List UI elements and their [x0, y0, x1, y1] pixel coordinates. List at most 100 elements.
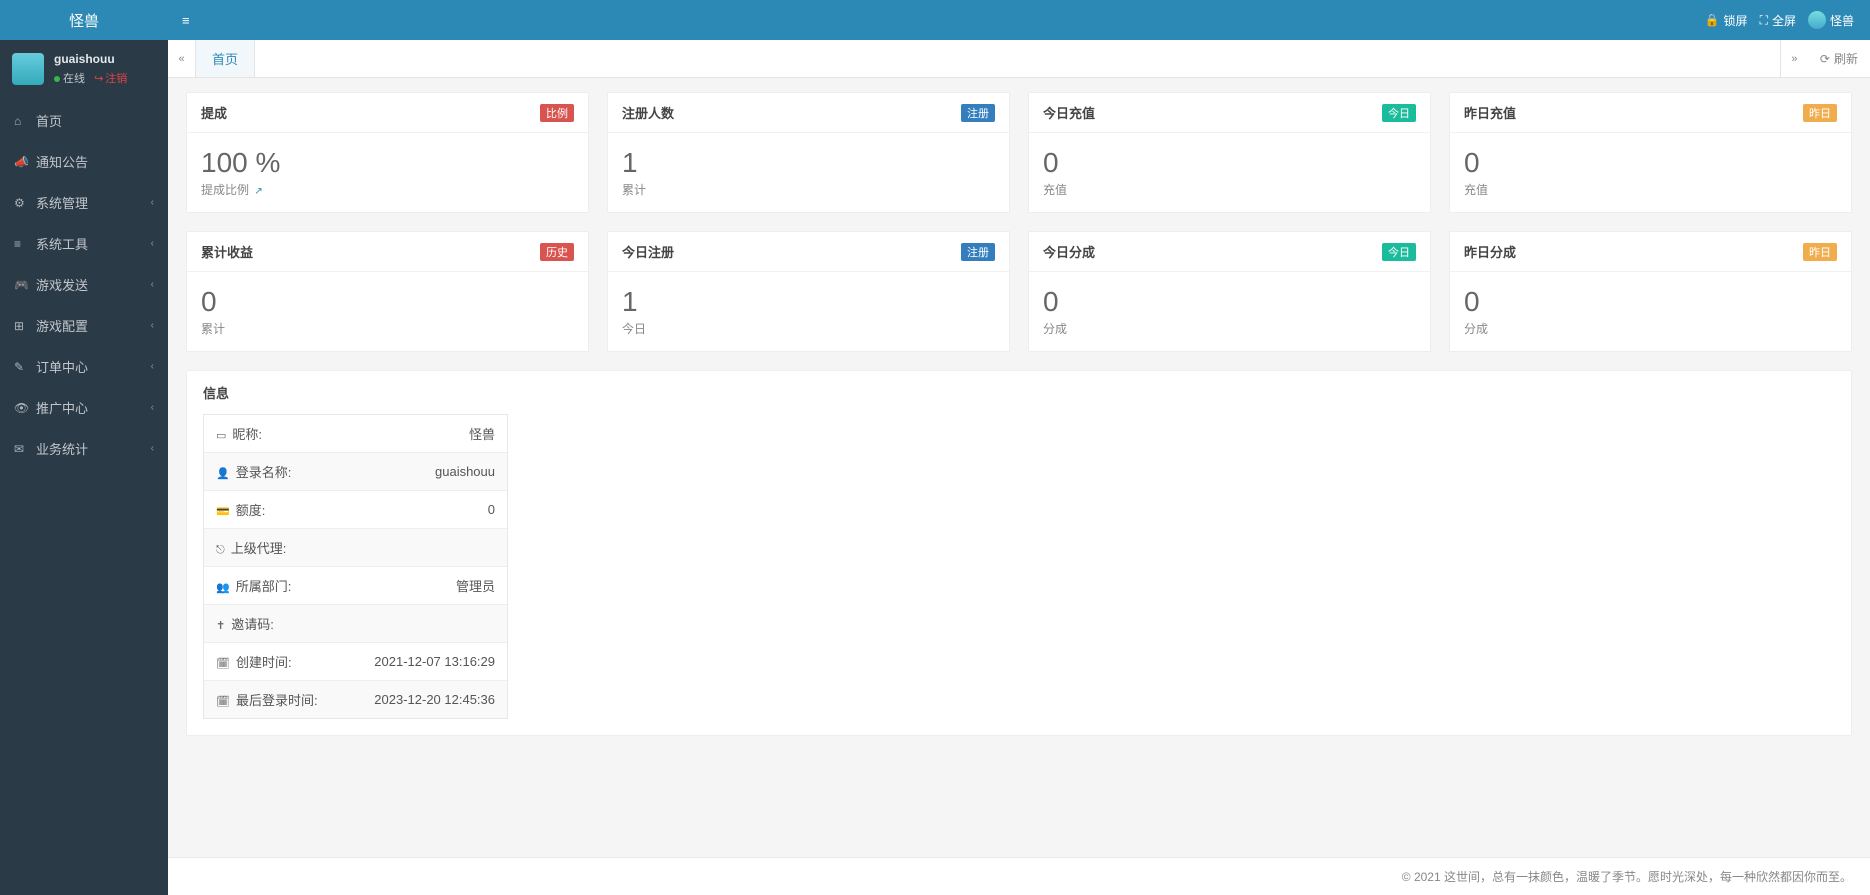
- sidebar-status: 在线 注销: [54, 70, 127, 86]
- card-sub: 累计: [201, 320, 574, 337]
- chevron-left-icon: ‹: [151, 197, 154, 208]
- tabs-bar: « 首页 » ⟳ 刷新: [168, 40, 1870, 78]
- info-row: 💳额度:0: [204, 490, 507, 528]
- nav-label: 游戏发送: [36, 275, 88, 294]
- sidebar-item-6[interactable]: ✎订单中心‹: [0, 346, 168, 387]
- card-value: 1: [622, 147, 995, 179]
- stat-card: 今日注册注册1今日: [607, 231, 1010, 352]
- chevron-left-icon: ‹: [151, 402, 154, 413]
- avatar-icon: [1808, 11, 1826, 29]
- app-logo[interactable]: 怪兽: [0, 0, 168, 41]
- nav-label: 订单中心: [36, 357, 88, 376]
- stat-card: 今日充值今日0充值: [1028, 92, 1431, 213]
- main: « 首页 » ⟳ 刷新 提成比例100 %提成比例 ↗注册人数注册1累计今日充值…: [168, 0, 1870, 895]
- sidebar-item-1[interactable]: 📣通知公告: [0, 141, 168, 182]
- sidebar-item-5[interactable]: ⊞游戏配置‹: [0, 305, 168, 346]
- info-value: 2021-12-07 13:16:29: [374, 654, 495, 669]
- info-label: 🗓创建时间:: [216, 652, 292, 671]
- stats-row-2: 累计收益历史0累计今日注册注册1今日今日分成今日0分成昨日分成昨日0分成: [186, 231, 1852, 352]
- info-panel: 信息 ▭昵称:怪兽👤登录名称:guaishouu💳额度:0⎋上级代理:👥所属部门…: [186, 370, 1852, 736]
- nav-label: 游戏配置: [36, 316, 88, 335]
- card-sub: 累计: [622, 181, 995, 198]
- nav-label: 业务统计: [36, 439, 88, 458]
- fullscreen-icon: ⛶: [1760, 13, 1768, 28]
- content: 提成比例100 %提成比例 ↗注册人数注册1累计今日充值今日0充值昨日充值昨日0…: [168, 78, 1870, 857]
- info-row: 🗓创建时间: 2021-12-07 13:16:29: [204, 642, 507, 680]
- tabs-prev-button[interactable]: «: [168, 40, 196, 77]
- sidebar-item-7[interactable]: 👁推广中心‹: [0, 387, 168, 428]
- status-badge: 今日: [1382, 243, 1416, 261]
- info-label: 👥所属部门:: [216, 576, 291, 595]
- card-sub: 分成: [1043, 320, 1416, 337]
- info-row-icon: 🗓: [216, 658, 230, 670]
- sidebar-item-2[interactable]: ⚙ 系统管理 ‹: [0, 182, 168, 223]
- sidebar-item-0[interactable]: ⌂ 首页: [0, 100, 168, 141]
- card-title: 昨日充值: [1464, 103, 1516, 122]
- card-head: 昨日充值 昨日: [1450, 93, 1851, 133]
- menu-toggle-button[interactable]: ≡: [168, 13, 204, 28]
- online-label: 在线: [63, 73, 85, 85]
- info-label: 👤登录名称:: [216, 462, 291, 481]
- nav-label: 系统管理: [36, 193, 88, 212]
- info-row-icon: 👤: [216, 468, 230, 480]
- chevron-left-icon: ‹: [151, 361, 154, 372]
- nav-icon: 👁: [14, 401, 28, 415]
- chevron-left-icon: ‹: [151, 279, 154, 290]
- card-sub: 充值: [1464, 181, 1837, 198]
- status-badge: 注册: [961, 243, 995, 261]
- stat-card: 提成 比例 100 %提成比例 ↗: [186, 92, 589, 213]
- status-badge: 历史: [540, 243, 574, 261]
- stat-card: 累计收益历史0累计: [186, 231, 589, 352]
- tabs-next-button[interactable]: »: [1780, 40, 1808, 77]
- lock-label: 锁屏: [1724, 12, 1748, 29]
- card-body: 0分成: [1450, 272, 1851, 351]
- info-row-icon: ✝: [216, 620, 225, 632]
- card-head: 累计收益历史: [187, 232, 588, 272]
- sidebar-item-4[interactable]: 🎮游戏发送‹: [0, 264, 168, 305]
- stat-card: 今日分成今日0分成: [1028, 231, 1431, 352]
- info-row-icon: ▭: [216, 430, 226, 442]
- info-label: ⎋上级代理:: [216, 538, 286, 557]
- info-label: ✝邀请码:: [216, 614, 274, 633]
- status-badge: 昨日: [1803, 104, 1837, 122]
- nav-icon: ⚙: [14, 196, 28, 210]
- card-body: 0充值: [1029, 133, 1430, 212]
- info-label: 💳额度:: [216, 500, 265, 519]
- card-body: 100 %提成比例 ↗: [187, 133, 588, 212]
- status-badge: 昨日: [1803, 243, 1837, 261]
- lock-button[interactable]: 🔒 锁屏: [1705, 12, 1748, 29]
- info-row-icon: 🗓: [216, 696, 230, 708]
- info-row-icon: 💳: [216, 506, 230, 518]
- card-title: 提成: [201, 103, 227, 122]
- sidebar-username: guaishouu: [54, 52, 127, 66]
- tab-home[interactable]: 首页: [196, 40, 255, 77]
- sidebar-user-block: guaishouu 在线 注销: [0, 40, 168, 100]
- topbar: 怪兽 ≡ 🔒 锁屏 ⛶ 全屏 怪兽: [0, 0, 1870, 40]
- refresh-button[interactable]: ⟳ 刷新: [1808, 40, 1870, 77]
- status-badge: 比例: [540, 104, 574, 122]
- card-body: 0分成: [1029, 272, 1430, 351]
- nav-icon: ⌂: [14, 114, 28, 128]
- card-body: 0累计: [187, 272, 588, 351]
- status-badge: 注册: [961, 104, 995, 122]
- nav-icon: ✉: [14, 442, 28, 456]
- avatar-icon: [12, 53, 44, 85]
- info-row: 👥所属部门:管理员: [204, 566, 507, 604]
- card-title: 今日注册: [622, 242, 674, 261]
- logout-button[interactable]: 注销: [94, 73, 127, 85]
- refresh-label: 刷新: [1834, 50, 1858, 67]
- fullscreen-button[interactable]: ⛶ 全屏: [1760, 12, 1796, 29]
- nav-list: ⌂首页📣通知公告⚙系统管理‹≡系统工具‹🎮游戏发送‹⊞游戏配置‹✎订单中心‹👁推…: [0, 100, 168, 469]
- nav-label: 首页: [36, 111, 62, 130]
- card-head: 提成 比例: [187, 93, 588, 133]
- status-badge: 今日: [1382, 104, 1416, 122]
- topbar-user[interactable]: 怪兽: [1808, 11, 1854, 29]
- info-label: 🗓最后登录时间:: [216, 690, 318, 709]
- sidebar-item-8[interactable]: ✉业务统计‹: [0, 428, 168, 469]
- sidebar-item-3[interactable]: ≡系统工具‹: [0, 223, 168, 264]
- info-row: ⎋上级代理:: [204, 528, 507, 566]
- nav-icon: 📣: [14, 155, 28, 169]
- fullscreen-label: 全屏: [1772, 12, 1796, 29]
- card-link[interactable]: ↗: [254, 186, 262, 197]
- lock-icon: 🔒: [1705, 13, 1720, 27]
